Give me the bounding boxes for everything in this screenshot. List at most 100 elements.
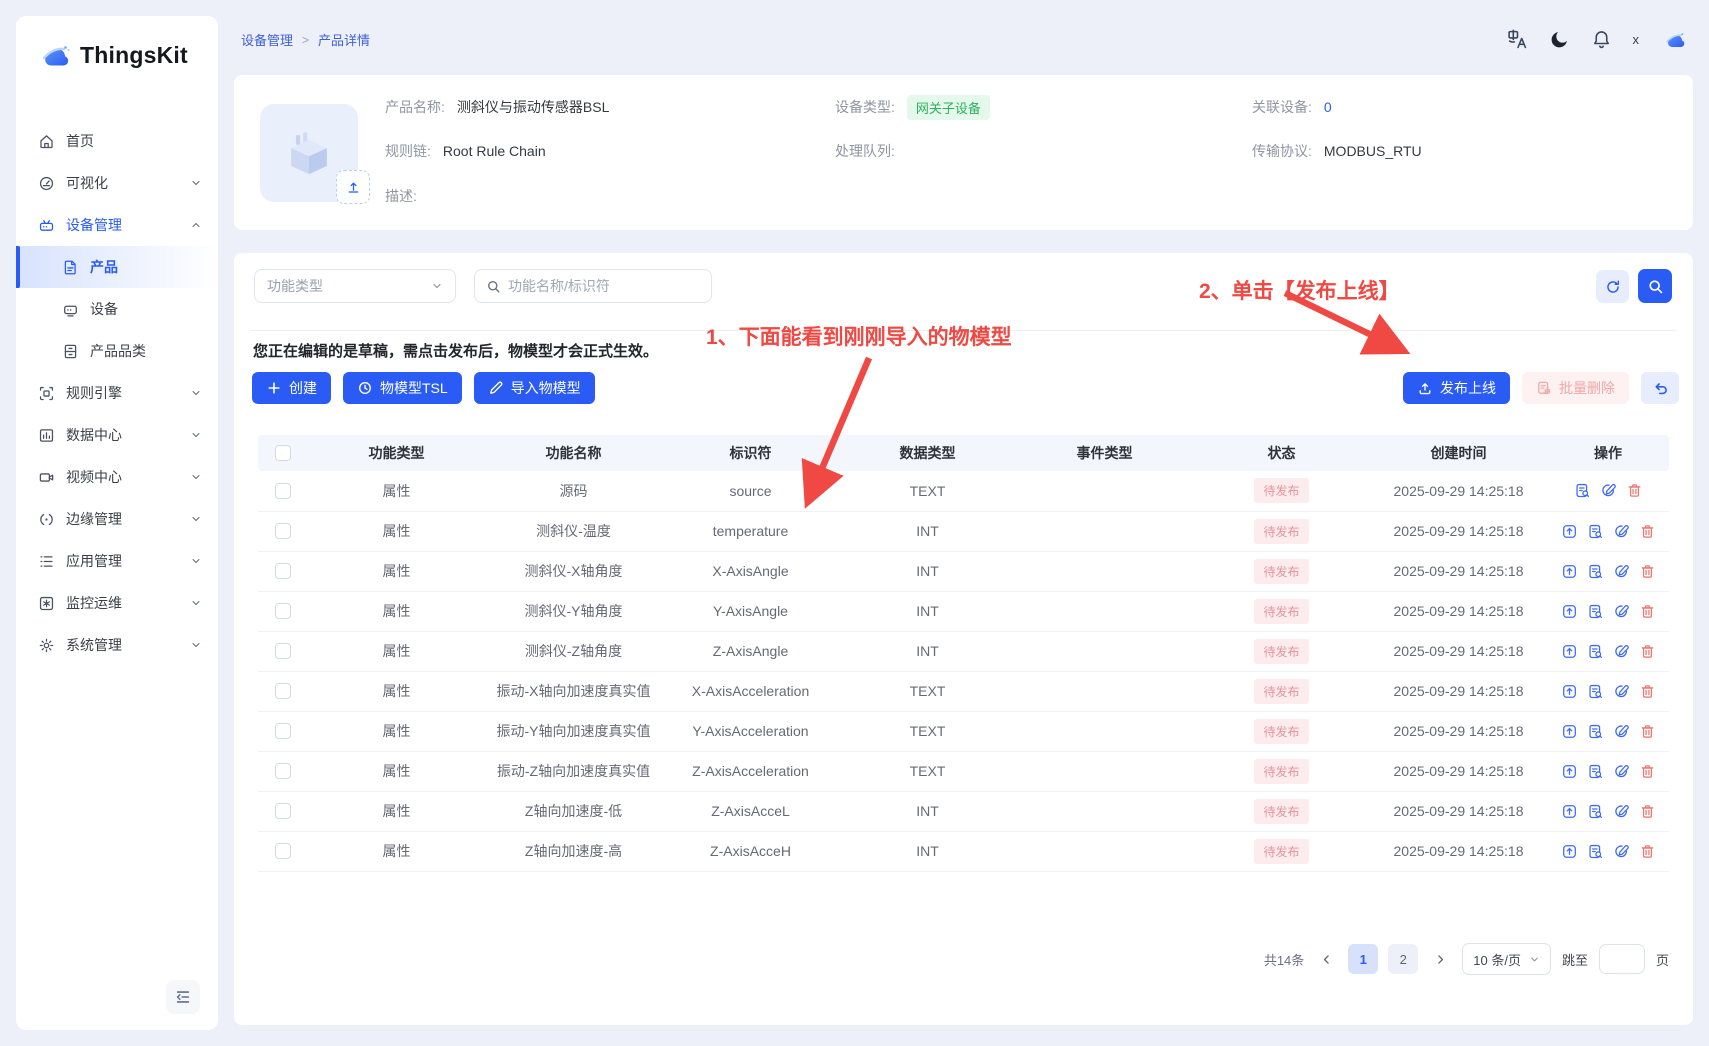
row-action-view-icon[interactable] [1587,683,1604,700]
row-action-view-icon[interactable] [1587,723,1604,740]
row-action-delete-icon[interactable] [1639,763,1656,780]
sidebar-item-11[interactable]: 监控运维 [16,582,218,624]
row-action-edit-icon[interactable] [1600,482,1617,499]
row-action-view-icon[interactable] [1587,803,1604,820]
row-action-edit-icon[interactable] [1613,843,1630,860]
select-all-checkbox[interactable] [275,445,291,461]
row-action-edit-icon[interactable] [1613,523,1630,540]
row-action-edit-icon[interactable] [1613,643,1630,660]
row-checkbox[interactable] [275,603,291,619]
breadcrumb-product-detail[interactable]: 产品详情 [318,30,370,49]
row-action-edit-icon[interactable] [1613,723,1630,740]
next-page-button[interactable] [1429,944,1451,974]
row-action-upload-icon[interactable] [1561,563,1578,580]
page-button-1[interactable]: 1 [1348,944,1378,974]
sidebar-item-5[interactable]: 产品品类 [16,330,218,372]
row-action-delete-icon[interactable] [1639,603,1656,620]
row-action-edit-icon[interactable] [1613,683,1630,700]
pagination-total: 共14条 [1264,950,1304,969]
refresh-button[interactable] [1596,270,1629,303]
sidebar-item-3[interactable]: 产品 [16,246,218,288]
search-button[interactable] [1638,269,1672,303]
page-size-select[interactable]: 10 条/页 [1462,943,1551,975]
breadcrumb-device-mgmt[interactable]: 设备管理 [241,30,293,49]
sidebar-item-1[interactable]: 可视化 [16,162,218,204]
close-icon[interactable]: x [1633,32,1640,47]
header-checkbox-cell [258,435,308,471]
import-model-button[interactable]: 导入物模型 [474,372,595,404]
row-action-view-icon[interactable] [1587,523,1604,540]
sidebar-item-6[interactable]: 规则引擎 [16,372,218,414]
jump-page-input[interactable] [1599,944,1645,974]
create-button[interactable]: 创建 [252,372,331,404]
row-action-delete-icon[interactable] [1626,482,1643,499]
row-action-view-icon[interactable] [1587,603,1604,620]
row-action-view-icon[interactable] [1587,563,1604,580]
page-unit-label: 页 [1656,950,1669,969]
sidebar-item-2[interactable]: 设备管理 [16,204,218,246]
dark-mode-icon[interactable] [1549,29,1570,50]
row-action-upload-icon[interactable] [1561,843,1578,860]
row-action-view-icon[interactable] [1587,763,1604,780]
search-input[interactable] [508,278,688,294]
row-action-edit-icon[interactable] [1613,563,1630,580]
row-action-delete-icon[interactable] [1639,643,1656,660]
row-action-upload-icon[interactable] [1561,603,1578,620]
row-checkbox[interactable] [275,803,291,819]
category-icon [62,343,79,360]
row-action-edit-icon[interactable] [1613,603,1630,620]
row-action-delete-icon[interactable] [1639,683,1656,700]
row-action-delete-icon[interactable] [1639,523,1656,540]
row-checkbox[interactable] [275,843,291,859]
publish-button[interactable]: 发布上线 [1403,372,1510,404]
row-action-upload-icon[interactable] [1561,803,1578,820]
sidebar-menu: 首页可视化设备管理产品设备产品品类规则引擎数据中心视频中心边缘管理应用管理监控运… [16,120,218,666]
notification-icon[interactable] [1591,29,1612,50]
gauge-icon [38,175,55,192]
row-action-view-icon[interactable] [1587,843,1604,860]
related-devices-count[interactable]: 0 [1324,99,1332,115]
batch-delete-button[interactable]: 批量删除 [1522,372,1629,404]
sidebar-item-4[interactable]: 设备 [16,288,218,330]
row-checkbox[interactable] [275,483,291,499]
row-action-edit-icon[interactable] [1613,763,1630,780]
row-action-upload-icon[interactable] [1561,763,1578,780]
row-action-delete-icon[interactable] [1639,563,1656,580]
sidebar-item-7[interactable]: 数据中心 [16,414,218,456]
table-row-4: 属性测斜仪-Z轴角度Z-AxisAngleINT待发布2025-09-29 14… [258,631,1669,671]
row-action-delete-icon[interactable] [1639,723,1656,740]
table-row-1: 属性测斜仪-温度temperatureINT待发布2025-09-29 14:2… [258,511,1669,551]
undo-button[interactable] [1641,372,1679,404]
upload-product-image-button[interactable] [336,170,370,204]
page-button-2[interactable]: 2 [1388,944,1418,974]
sidebar-collapse-button[interactable] [166,980,200,1014]
sidebar-item-9[interactable]: 边缘管理 [16,498,218,540]
prev-page-button[interactable] [1315,944,1337,974]
cell-function-name: 振动-Y轴向加速度真实值 [485,711,662,751]
sidebar-item-12[interactable]: 系统管理 [16,624,218,666]
row-action-upload-icon[interactable] [1561,723,1578,740]
column-header-7: 操作 [1547,435,1669,471]
row-checkbox[interactable] [275,523,291,539]
sidebar-item-8[interactable]: 视频中心 [16,456,218,498]
row-checkbox[interactable] [275,763,291,779]
row-checkbox[interactable] [275,683,291,699]
function-type-select[interactable]: 功能类型 [254,269,456,303]
avatar[interactable] [1660,26,1687,53]
row-action-upload-icon[interactable] [1561,683,1578,700]
row-checkbox[interactable] [275,723,291,739]
sidebar-item-0[interactable]: 首页 [16,120,218,162]
tsl-button[interactable]: 物模型TSL [343,372,462,404]
row-action-upload-icon[interactable] [1561,523,1578,540]
translate-icon[interactable] [1507,29,1528,50]
row-checkbox[interactable] [275,643,291,659]
sidebar-item-10[interactable]: 应用管理 [16,540,218,582]
cell-created-time: 2025-09-29 14:25:18 [1370,551,1547,591]
row-action-edit-icon[interactable] [1613,803,1630,820]
row-action-upload-icon[interactable] [1561,643,1578,660]
row-action-view-icon[interactable] [1587,643,1604,660]
row-action-view-icon[interactable] [1574,482,1591,499]
row-checkbox[interactable] [275,563,291,579]
row-action-delete-icon[interactable] [1639,843,1656,860]
row-action-delete-icon[interactable] [1639,803,1656,820]
